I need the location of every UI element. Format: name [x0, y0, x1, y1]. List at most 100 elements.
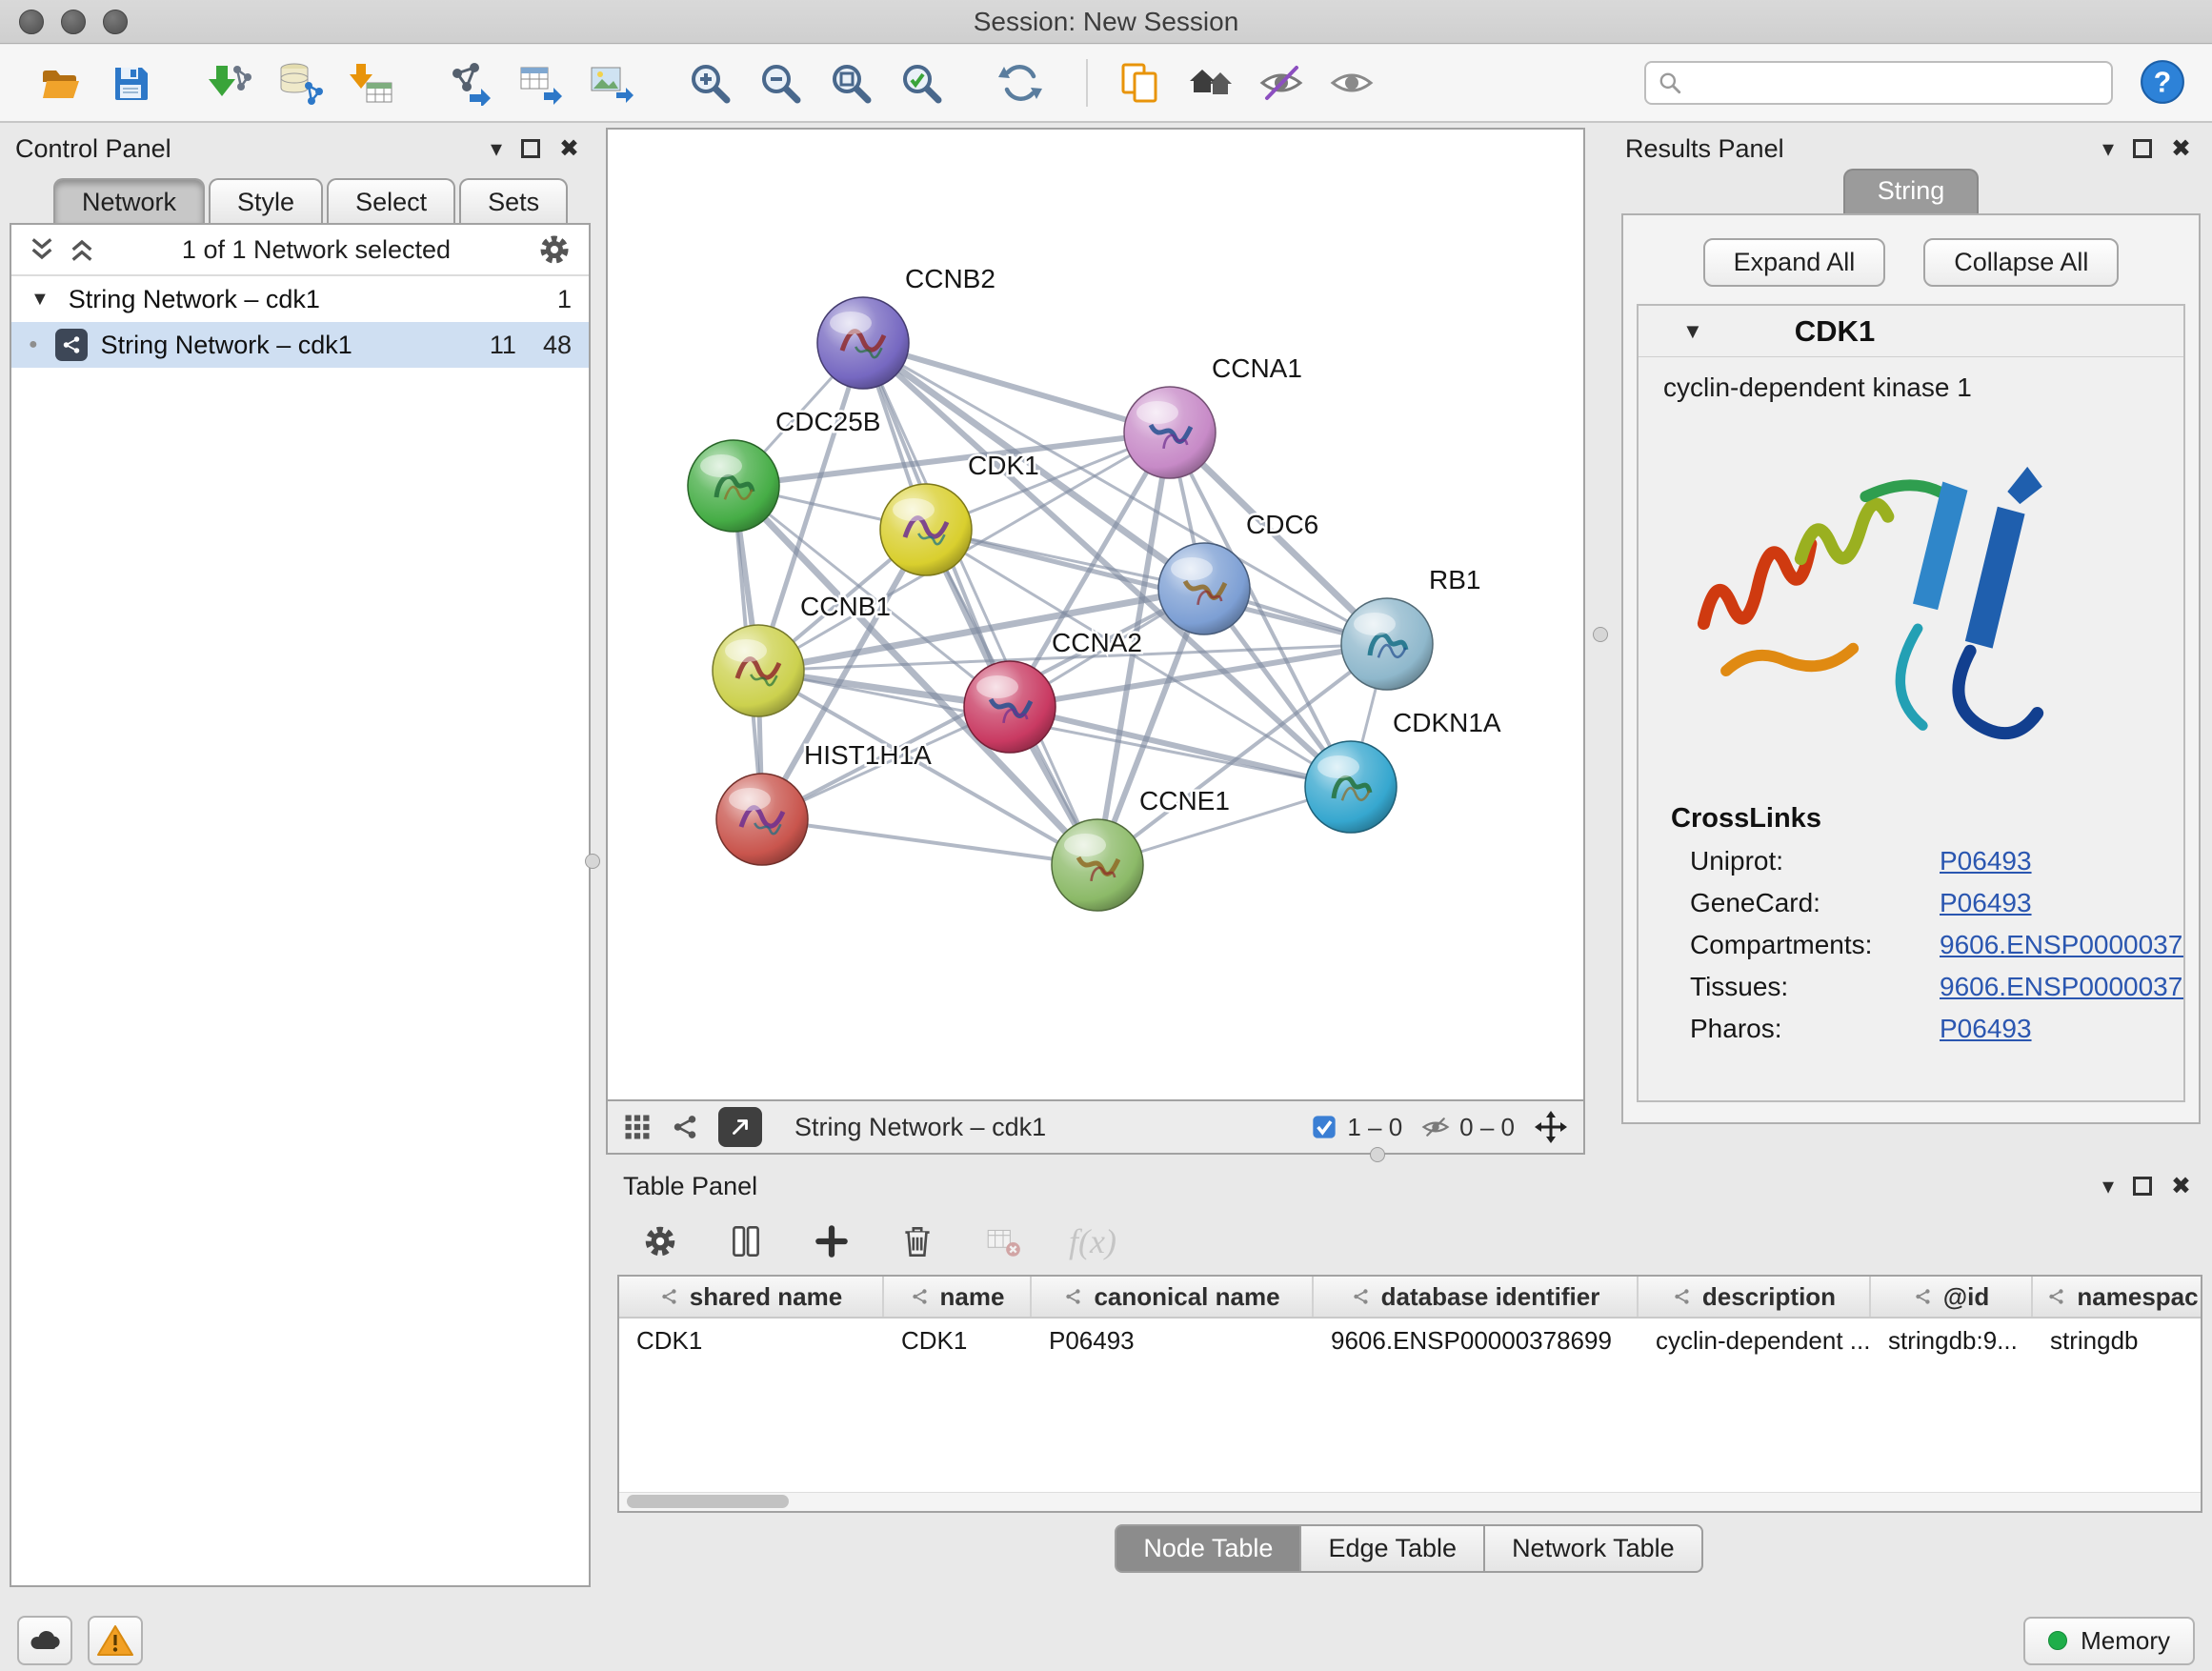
- window-close-button[interactable]: [19, 10, 44, 34]
- tab-network-table[interactable]: Network Table: [1483, 1524, 1703, 1573]
- help-button[interactable]: ?: [2138, 58, 2187, 108]
- collapse-all-button[interactable]: Collapse All: [1923, 238, 2119, 287]
- selected-checkbox-icon[interactable]: [1311, 1114, 1337, 1140]
- memory-button[interactable]: Memory: [2023, 1617, 2195, 1665]
- show-columns-button[interactable]: [726, 1221, 766, 1261]
- search-box[interactable]: [1644, 61, 2113, 105]
- zoom-fit-button[interactable]: [815, 52, 886, 113]
- control-tab-sets[interactable]: Sets: [459, 178, 568, 223]
- close-panel-icon[interactable]: ✖: [2171, 134, 2191, 163]
- scrollbar-thumb[interactable]: [627, 1495, 789, 1508]
- zoom-in-button[interactable]: [674, 52, 745, 113]
- crosslink-link[interactable]: P06493: [1940, 846, 2032, 876]
- home-pages-button[interactable]: [1176, 52, 1246, 113]
- tab-edge-table[interactable]: Edge Table: [1299, 1524, 1485, 1573]
- tab-string[interactable]: String: [1843, 169, 1980, 213]
- new-network-button[interactable]: [434, 52, 505, 113]
- tree-caret-icon[interactable]: ▼: [30, 289, 50, 311]
- network-node-CCNE1[interactable]: [1052, 819, 1143, 911]
- export-image-button[interactable]: [575, 52, 646, 113]
- table-horizontal-scrollbar[interactable]: [619, 1492, 2201, 1511]
- network-node-CCNA1[interactable]: [1124, 387, 1216, 478]
- table-cell[interactable]: stringdb:9...: [1871, 1326, 2033, 1356]
- crosslink-link[interactable]: P06493: [1940, 1014, 2032, 1044]
- crosslink-link[interactable]: 9606.ENSP00000378699: [1940, 972, 2185, 1002]
- protein-card-header[interactable]: ▼ CDK1: [1639, 306, 2183, 357]
- column-header-namespac[interactable]: namespac: [2033, 1277, 2202, 1317]
- splitter-handle[interactable]: [1593, 627, 1608, 642]
- network-node-CCNA2[interactable]: [964, 661, 1056, 753]
- network-node-HIST1H1A[interactable]: [716, 774, 808, 865]
- maximize-panel-icon[interactable]: [521, 139, 540, 158]
- control-tab-select[interactable]: Select: [327, 178, 455, 223]
- import-table-file-button[interactable]: [335, 52, 406, 113]
- create-column-button[interactable]: [812, 1221, 852, 1261]
- control-tab-network[interactable]: Network: [53, 178, 205, 223]
- splitter-handle[interactable]: [585, 854, 600, 869]
- expand-all-button[interactable]: [67, 234, 97, 265]
- column-header-name[interactable]: name: [884, 1277, 1032, 1317]
- float-panel-icon[interactable]: ▾: [491, 135, 502, 163]
- open-session-button[interactable]: [25, 52, 95, 113]
- maximize-panel-icon[interactable]: [2133, 1177, 2152, 1196]
- crosslink-link[interactable]: 9606.ENSP00000378699: [1940, 930, 2185, 960]
- column-header-database-identifier[interactable]: database identifier: [1314, 1277, 1639, 1317]
- hidden-eye-icon[interactable]: [1421, 1113, 1450, 1141]
- network-node-CCNB1[interactable]: [713, 625, 804, 716]
- table-cell[interactable]: 9606.ENSP00000378699: [1314, 1326, 1639, 1356]
- import-network-file-button[interactable]: [194, 52, 265, 113]
- network-options-button[interactable]: [535, 231, 573, 269]
- network-row-selected[interactable]: ● String Network – cdk1 11 48: [11, 322, 589, 368]
- network-node-CCNB2[interactable]: [817, 297, 909, 389]
- hide-annotations-button[interactable]: [1246, 52, 1317, 113]
- network-node-CDC6[interactable]: [1158, 543, 1250, 634]
- column-header--id[interactable]: @id: [1871, 1277, 2033, 1317]
- network-node-RB1[interactable]: [1341, 598, 1433, 690]
- float-panel-icon[interactable]: ▾: [2102, 1173, 2114, 1200]
- cloud-status-button[interactable]: [17, 1616, 72, 1665]
- table-cell[interactable]: cyclin-dependent ...: [1639, 1326, 1871, 1356]
- control-tab-style[interactable]: Style: [209, 178, 323, 223]
- warnings-button[interactable]: [88, 1616, 143, 1665]
- close-panel-icon[interactable]: ✖: [2171, 1172, 2191, 1200]
- network-node-CDKN1A[interactable]: [1305, 741, 1397, 833]
- edge-CCNB2-CCNE1[interactable]: [863, 343, 1097, 865]
- float-panel-icon[interactable]: ▾: [2102, 135, 2114, 163]
- table-cell[interactable]: CDK1: [619, 1326, 884, 1356]
- delete-column-button[interactable]: [897, 1221, 937, 1261]
- show-annotations-button[interactable]: [1317, 52, 1387, 113]
- table-options-button[interactable]: [640, 1221, 680, 1261]
- zoom-selected-button[interactable]: [886, 52, 956, 113]
- table-row[interactable]: CDK1CDK1P064939606.ENSP00000378699cyclin…: [619, 1319, 2201, 1362]
- network-collection-row[interactable]: ▼ String Network – cdk1 1: [11, 276, 589, 322]
- search-input[interactable]: [1692, 69, 2100, 98]
- column-header-shared-name[interactable]: shared name: [619, 1277, 884, 1317]
- tab-node-table[interactable]: Node Table: [1115, 1524, 1301, 1573]
- network-node-CDC25B[interactable]: [688, 440, 779, 532]
- column-header-canonical-name[interactable]: canonical name: [1032, 1277, 1314, 1317]
- table-cell[interactable]: stringdb: [2033, 1326, 2202, 1356]
- zoom-out-button[interactable]: [745, 52, 815, 113]
- table-cell[interactable]: CDK1: [884, 1326, 1032, 1356]
- window-zoom-button[interactable]: [103, 10, 128, 34]
- import-network-database-button[interactable]: [265, 52, 335, 113]
- close-panel-icon[interactable]: ✖: [559, 134, 579, 163]
- birds-eye-view-button[interactable]: [623, 1113, 652, 1141]
- splitter-handle[interactable]: [1370, 1147, 1385, 1162]
- export-table-button[interactable]: [505, 52, 575, 113]
- window-minimize-button[interactable]: [61, 10, 86, 34]
- network-view-share-button[interactable]: [671, 1113, 699, 1141]
- expand-all-button[interactable]: Expand All: [1703, 238, 1886, 287]
- edge-HIST1H1A-CCNE1[interactable]: [762, 819, 1097, 865]
- pan-mode-button[interactable]: [1534, 1110, 1568, 1144]
- delete-table-button[interactable]: [983, 1221, 1023, 1261]
- table-cell[interactable]: P06493: [1032, 1326, 1314, 1356]
- column-header-description[interactable]: description: [1639, 1277, 1871, 1317]
- apply-layout-button[interactable]: [985, 52, 1056, 113]
- collapse-all-button[interactable]: [27, 234, 57, 265]
- network-canvas[interactable]: CCNB2CCNA1CDC25BCDK1CDC6RB1CCNB1CCNA2CDK…: [606, 128, 1585, 1101]
- detach-view-button[interactable]: [718, 1107, 762, 1147]
- collapse-caret-icon[interactable]: ▼: [1682, 319, 1703, 344]
- save-session-button[interactable]: [95, 52, 166, 113]
- crosslink-link[interactable]: P06493: [1940, 888, 2032, 918]
